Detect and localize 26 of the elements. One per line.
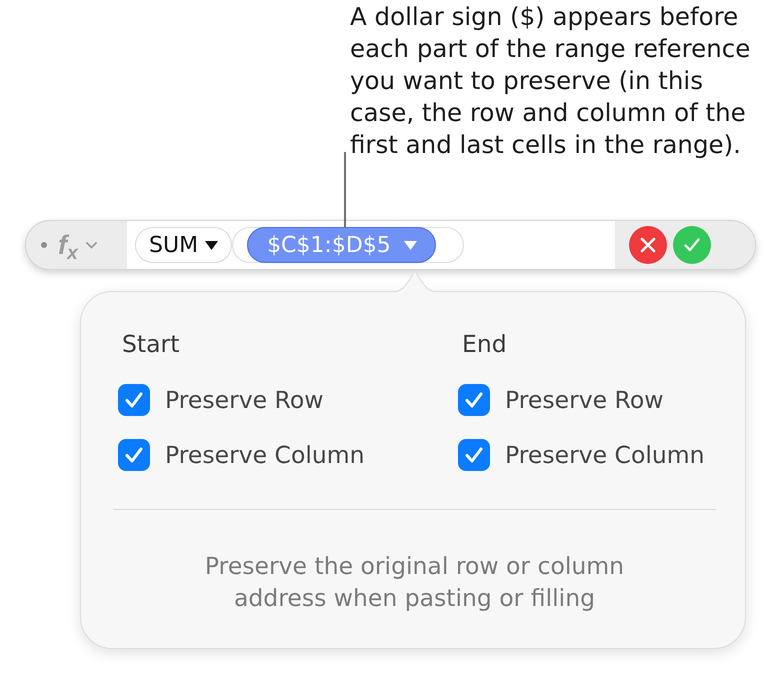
cancel-button[interactable]	[629, 226, 667, 264]
formula-field[interactable]: SUM $C$1:$D$5	[127, 221, 615, 269]
checkbox-label[interactable]: Preserve Column	[505, 441, 705, 469]
checkmark-icon	[465, 447, 483, 463]
accept-button[interactable]	[673, 226, 711, 264]
hint-text: Preserve the original row or column address when pasting or filling	[204, 551, 626, 614]
caret-icon	[205, 240, 218, 250]
checkmark-icon	[465, 392, 483, 408]
checkbox-label[interactable]: Preserve Column	[165, 441, 365, 469]
checkbox[interactable]	[458, 439, 490, 471]
checkbox-label[interactable]: Preserve Row	[505, 386, 664, 414]
close-icon	[640, 237, 656, 253]
function-token[interactable]: SUM	[135, 227, 232, 263]
dot-icon	[41, 242, 47, 248]
column-heading: Start	[122, 330, 180, 358]
checkbox[interactable]	[458, 384, 490, 416]
checkbox-label[interactable]: Preserve Row	[165, 386, 324, 414]
caret-icon	[404, 240, 417, 250]
checkbox[interactable]	[118, 384, 150, 416]
chevron-icon	[86, 242, 97, 248]
checkmark-icon	[125, 447, 143, 463]
column-heading: End	[462, 330, 507, 358]
checkmark-icon	[684, 237, 700, 253]
checkbox[interactable]	[118, 439, 150, 471]
callout-text: A dollar sign ($) appears before each part of the range reference you want to preserve (in this case, the row and column of the first and last cells in the range).	[350, 1, 750, 161]
checkmark-icon	[125, 392, 143, 408]
